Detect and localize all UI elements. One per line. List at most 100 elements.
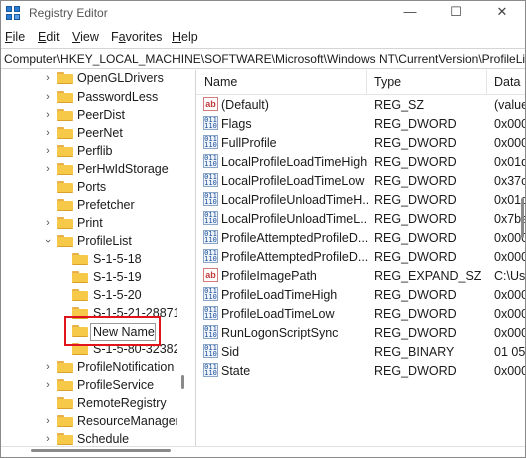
chevron-right-icon[interactable]: › xyxy=(43,126,53,140)
minimize-button[interactable]: — xyxy=(387,1,433,25)
address-path[interactable]: Computer\HKEY_LOCAL_MACHINE\SOFTWARE\Mic… xyxy=(4,52,525,66)
rename-input[interactable]: New Name xyxy=(90,323,156,341)
value-type: REG_DWORD xyxy=(374,288,457,302)
folder-icon xyxy=(57,72,73,84)
list-scrollbar-thumb[interactable] xyxy=(521,198,524,238)
string-value-icon: ab xyxy=(203,97,218,111)
tree-item-label: PeerNet xyxy=(77,126,123,140)
binary-value-icon: 011 110 xyxy=(203,287,218,301)
list-row[interactable]: 011 110 ProfileLoadTimeHigh REG_DWORD 0x0… xyxy=(196,285,525,304)
chevron-right-icon[interactable]: › xyxy=(43,108,53,122)
string-value-icon: ab xyxy=(203,268,218,282)
list-row[interactable]: 011 110 LocalProfileLoadTimeHigh REG_DWOR… xyxy=(196,152,525,171)
binary-value-icon: 011 110 xyxy=(203,173,218,187)
tree-horizontal-scrollbar-thumb[interactable] xyxy=(31,449,171,452)
tree-item-label: ProfileList xyxy=(77,234,132,248)
maximize-button[interactable]: ☐ xyxy=(433,1,479,25)
value-type: REG_DWORD xyxy=(374,136,457,150)
list-row[interactable]: ab ProfileImagePath REG_EXPAND_SZ C:\Use xyxy=(196,266,525,285)
list-row[interactable]: 011 110 ProfileLoadTimeLow REG_DWORD 0x00… xyxy=(196,304,525,323)
tree-item-resourcemanager[interactable]: › ResourceManager xyxy=(1,413,177,431)
list-scrollbar[interactable] xyxy=(520,70,525,446)
folder-icon xyxy=(57,217,73,229)
chevron-right-icon[interactable]: › xyxy=(43,90,53,104)
chevron-right-icon[interactable]: › xyxy=(43,432,53,446)
value-name: LocalProfileLoadTimeLow xyxy=(221,174,365,188)
list-row[interactable]: 011 110 ProfileAttemptedProfileD... REG_D… xyxy=(196,247,525,266)
value-name: ProfileAttemptedProfileD... xyxy=(221,250,368,264)
column-header-type[interactable]: Type xyxy=(374,75,401,89)
registry-editor-window: Registry Editor — ☐ ✕ File Edit View Fav… xyxy=(0,0,526,458)
list-row[interactable]: 011 110 LocalProfileLoadTimeLow REG_DWORD… xyxy=(196,171,525,190)
column-header-data[interactable]: Data xyxy=(494,75,520,89)
list-row[interactable]: 011 110 State REG_DWORD 0x000 xyxy=(196,361,525,380)
column-divider[interactable] xyxy=(366,70,367,94)
menu-view[interactable]: View xyxy=(72,30,99,44)
tree-item-label: Ports xyxy=(77,180,107,194)
folder-icon xyxy=(57,397,73,409)
chevron-right-icon[interactable]: › xyxy=(43,162,53,176)
list-row[interactable]: 011 110 RunLogonScriptSync REG_DWORD 0x00… xyxy=(196,323,525,342)
tree-item-label: S-1-5-20 xyxy=(93,288,142,302)
chevron-right-icon[interactable]: › xyxy=(43,216,53,230)
column-header-name[interactable]: Name xyxy=(204,75,237,89)
tree-item-remoteregistry[interactable]: RemoteRegistry xyxy=(1,395,177,413)
binary-value-icon: 011 110 xyxy=(203,325,218,339)
chevron-down-icon[interactable]: › xyxy=(41,236,55,246)
tree-item-profilenotification[interactable]: › ProfileNotification xyxy=(1,359,177,377)
tree-item-passwordless[interactable]: › PasswordLess xyxy=(1,89,177,107)
title-bar[interactable]: Registry Editor — ☐ ✕ xyxy=(1,1,525,27)
menu-favorites[interactable]: Favorites xyxy=(111,30,162,44)
tree-item-prefetcher[interactable]: Prefetcher xyxy=(1,197,177,215)
chevron-right-icon[interactable]: › xyxy=(43,144,53,158)
chevron-right-icon[interactable]: › xyxy=(43,71,53,85)
list-row[interactable]: 011 110 LocalProfileUnloadTimeH... REG_DW… xyxy=(196,190,525,209)
tree-item-profilelist[interactable]: › ProfileList xyxy=(1,233,177,251)
menu-edit[interactable]: Edit xyxy=(38,30,60,44)
tree-item-s-1-5-20[interactable]: S-1-5-20 xyxy=(1,287,177,305)
tree-item-perhwidstorage[interactable]: › PerHwIdStorage xyxy=(1,161,177,179)
value-name: LocalProfileUnloadTimeH... xyxy=(221,193,368,207)
list-row[interactable]: 011 110 FullProfile REG_DWORD 0x000 xyxy=(196,133,525,152)
values-list[interactable]: Name Type Data ab (Default) REG_SZ (valu… xyxy=(196,70,525,446)
tree-item-ports[interactable]: Ports xyxy=(1,179,177,197)
value-type: REG_EXPAND_SZ xyxy=(374,269,482,283)
tree-item-profileservice[interactable]: › ProfileService xyxy=(1,377,177,395)
chevron-right-icon[interactable]: › xyxy=(43,360,53,374)
tree-item-print[interactable]: › Print xyxy=(1,215,177,233)
menu-help[interactable]: Help xyxy=(172,30,198,44)
binary-value-icon: 011 110 xyxy=(203,344,218,358)
tree-item-opengldrivers[interactable]: › OpenGLDrivers xyxy=(1,70,177,88)
status-bar xyxy=(1,446,525,457)
value-type: REG_SZ xyxy=(374,98,425,112)
tree-item-peernet[interactable]: › PeerNet xyxy=(1,125,177,143)
chevron-right-icon[interactable]: › xyxy=(43,414,53,428)
list-row[interactable]: 011 110 LocalProfileUnloadTimeL... REG_DW… xyxy=(196,209,525,228)
chevron-right-icon[interactable]: › xyxy=(43,378,53,392)
key-tree[interactable]: › OpenGLDrivers › PasswordLess › PeerDis… xyxy=(1,70,177,446)
tree-item-label: ResourceManager xyxy=(77,414,177,428)
list-row[interactable]: 011 110 Flags REG_DWORD 0x000 xyxy=(196,114,525,133)
list-row[interactable]: 011110 Sid REG_BINARY 01 05 0 xyxy=(196,342,525,361)
list-row[interactable]: 011 110 ProfileAttemptedProfileD... REG_D… xyxy=(196,228,525,247)
folder-icon xyxy=(72,289,88,301)
folder-icon xyxy=(72,271,88,283)
list-row[interactable]: ab (Default) REG_SZ (value xyxy=(196,95,525,114)
value-name: ProfileAttemptedProfileD... xyxy=(221,231,368,245)
menu-file[interactable]: File xyxy=(5,30,25,44)
tree-scrollbar-thumb[interactable] xyxy=(181,375,184,389)
folder-open-icon xyxy=(57,235,73,247)
tree-scrollbar[interactable] xyxy=(178,70,186,446)
tree-item-s-1-5-19[interactable]: S-1-5-19 xyxy=(1,269,177,287)
close-button[interactable]: ✕ xyxy=(479,1,525,25)
column-divider[interactable] xyxy=(486,70,487,94)
folder-icon xyxy=(57,91,73,103)
value-type: REG_DWORD xyxy=(374,307,457,321)
window-title: Registry Editor xyxy=(29,6,108,20)
tree-item-peerdist[interactable]: › PeerDist xyxy=(1,107,177,125)
tree-item-schedule[interactable]: › Schedule xyxy=(1,431,177,446)
address-bar[interactable]: Computer\HKEY_LOCAL_MACHINE\SOFTWARE\Mic… xyxy=(1,48,525,69)
tree-item-perflib[interactable]: › Perflib xyxy=(1,143,177,161)
tree-item-s-1-5-18[interactable]: S-1-5-18 xyxy=(1,251,177,269)
tree-item-label: PasswordLess xyxy=(77,90,159,104)
